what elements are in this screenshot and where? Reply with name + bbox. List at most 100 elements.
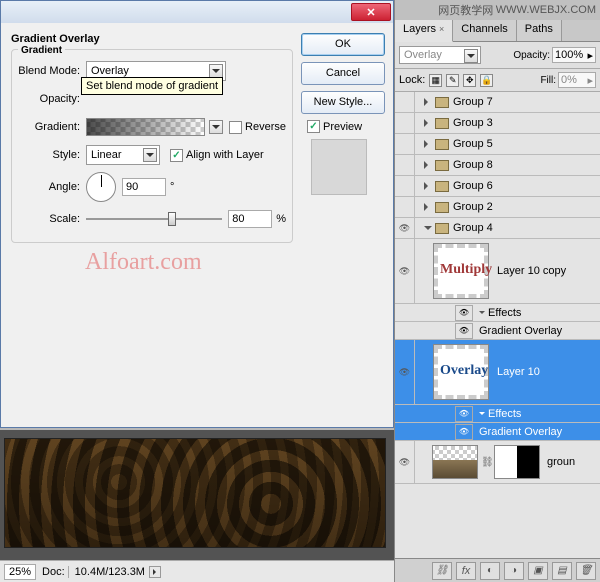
gradient-dropdown-icon[interactable] [209,120,223,134]
opacity-label: Opacity: [18,93,86,105]
visibility-toggle[interactable] [395,218,415,238]
scale-input[interactable]: 80 [228,210,272,228]
layer-thumbnail[interactable]: Multiply [433,243,489,299]
fill-label: Fill: [540,75,556,86]
panel-footer: ⛓ fx ◐ ◑ ▣ ▤ 🗑 [395,558,600,582]
layer-thumbnail[interactable]: Overlay [433,344,489,400]
layer-name[interactable]: Layer 10 [493,366,540,378]
triangle-icon [479,412,485,418]
effects-row[interactable]: Effects [395,405,600,423]
effect-visibility-icon[interactable] [455,406,473,422]
doc-label: Doc: [42,566,65,578]
lock-position-icon[interactable]: ✥ [463,74,476,87]
layer-name[interactable]: Layer 10 copy [493,265,566,277]
reverse-checkbox[interactable] [229,121,242,134]
effect-item[interactable]: Gradient Overlay [395,423,600,441]
blend-mode-label: Blend Mode: [18,65,86,77]
layer-name[interactable]: groun [543,456,575,468]
visibility-toggle[interactable] [395,340,415,404]
style-value: Linear [91,149,122,161]
new-layer-button[interactable]: ▤ [552,562,572,580]
folder-icon [435,202,449,213]
scale-unit: % [276,213,286,225]
new-style-button[interactable]: New Style... [301,91,385,114]
layer-mask-button[interactable]: ◐ [480,562,500,580]
layer-row[interactable]: ⛓ groun [395,441,600,484]
layer-style-button[interactable]: fx [456,562,476,580]
canvas-image[interactable] [4,438,386,548]
document-window: 25% Doc: 10.4M/123.3M [0,430,394,582]
doc-menu-arrow-icon[interactable] [149,566,161,578]
style-label: Style: [18,149,86,161]
site-url: WWW.WEBJX.COM [496,4,596,16]
lock-all-icon[interactable]: 🔒 [480,74,493,87]
style-select[interactable]: Linear [86,145,160,165]
delete-layer-button[interactable]: 🗑 [576,562,596,580]
visibility-toggle[interactable] [395,441,415,483]
site-cn: 网页教学网 [438,2,493,18]
fill-input[interactable]: 0%▸ [558,72,596,88]
gradient-picker[interactable] [86,118,205,136]
cancel-button[interactable]: Cancel [301,62,385,85]
effect-visibility-icon[interactable] [455,305,473,321]
dialog-titlebar[interactable]: ✕ [1,1,393,23]
group-row[interactable]: Group 8 [395,155,600,176]
layer-thumbnail[interactable] [432,445,478,479]
layers-list: Group 7 Group 3 Group 5 Group 8 Group 6 … [395,92,600,570]
scale-slider[interactable] [86,212,222,226]
group-row[interactable]: Group 7 [395,92,600,113]
tab-paths[interactable]: Paths [517,20,562,41]
lock-pixels-icon[interactable]: ✎ [446,74,459,87]
folder-icon [435,181,449,192]
align-checkbox[interactable] [170,149,183,162]
group-row[interactable]: Group 4 [395,218,600,239]
panel-lock-row: Lock: ▦ ✎ ✥ 🔒 Fill: 0%▸ [395,69,600,92]
panel-tabs: Layers× Channels Paths [395,20,600,42]
group-row[interactable]: Group 3 [395,113,600,134]
group-row[interactable]: Group 6 [395,176,600,197]
close-icon[interactable]: × [439,24,444,34]
panel-opacity-label: Opacity: [513,50,550,61]
watermark: Alfoart.com [85,249,202,276]
doc-size: 10.4M/123.3M [68,566,145,578]
preview-label: Preview [323,121,362,133]
link-layers-button[interactable]: ⛓ [432,562,452,580]
effect-item[interactable]: Gradient Overlay [395,322,600,340]
tab-channels[interactable]: Channels [453,20,516,41]
new-group-button[interactable]: ▣ [528,562,548,580]
effect-visibility-icon[interactable] [455,323,473,339]
tab-layers[interactable]: Layers× [395,20,453,42]
adjustment-layer-button[interactable]: ◑ [504,562,524,580]
chevron-down-icon [209,64,223,78]
effect-visibility-icon[interactable] [455,424,473,440]
ok-button[interactable]: OK [301,33,385,56]
group-row[interactable]: Group 2 [395,197,600,218]
panel-opacity-input[interactable]: 100%▸ [552,47,596,63]
angle-label: Angle: [18,181,86,193]
lock-transparency-icon[interactable]: ▦ [429,74,442,87]
angle-input[interactable]: 90 [122,178,166,196]
fieldset-legend: Gradient [18,45,65,56]
angle-unit: ° [170,181,174,193]
preview-swatch [311,139,367,195]
reverse-label: Reverse [245,121,286,133]
layers-panel: 网页教学网 WWW.WEBJX.COM Layers× Channels Pat… [394,0,600,582]
layer-row[interactable]: Multiply Layer 10 copy [395,239,600,304]
folder-icon [435,139,449,150]
blend-mode-value: Overlay [91,65,129,77]
zoom-input[interactable]: 25% [4,564,36,580]
layer-blend-select[interactable]: Overlay [399,46,481,64]
visibility-toggle[interactable] [395,239,415,303]
folder-icon [435,160,449,171]
layer-row-selected[interactable]: Overlay Layer 10 [395,340,600,405]
close-button[interactable]: ✕ [351,3,391,21]
preview-checkbox[interactable] [307,120,320,133]
effects-row[interactable]: Effects [395,304,600,322]
scale-label: Scale: [18,213,86,225]
gradient-label: Gradient: [18,121,86,133]
link-icon: ⛓ [481,457,491,468]
chevron-down-icon [143,148,157,162]
group-row[interactable]: Group 5 [395,134,600,155]
angle-dial[interactable] [86,172,116,202]
mask-thumbnail[interactable] [494,445,540,479]
